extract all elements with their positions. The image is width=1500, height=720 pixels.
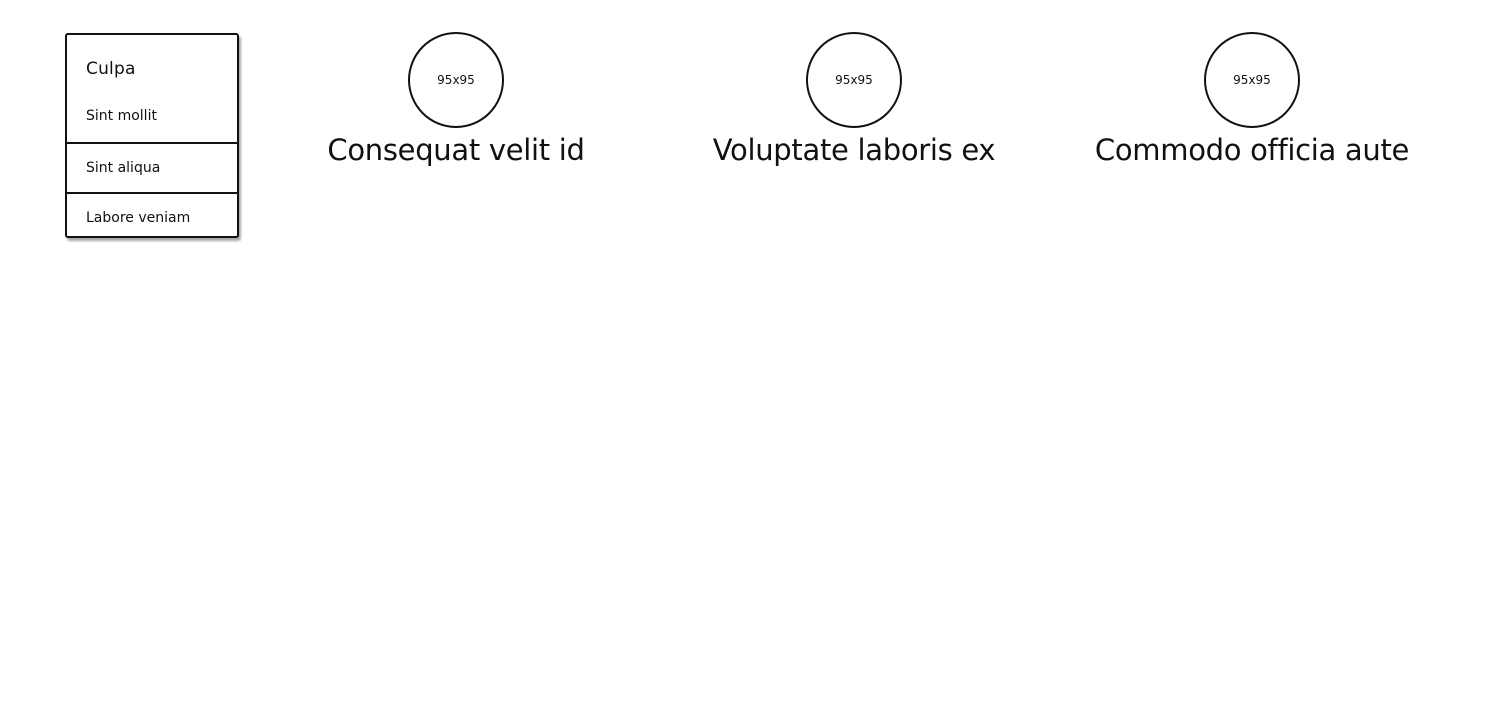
avatar-placeholder: 95x95 bbox=[408, 32, 504, 128]
side-menu-header: Culpa bbox=[67, 35, 237, 92]
menu-item-label: Sint aliqua bbox=[86, 160, 161, 176]
menu-item-label: Sint mollit bbox=[86, 108, 157, 124]
menu-item-sint-mollit[interactable]: Sint mollit bbox=[67, 92, 237, 142]
side-menu-title: Culpa bbox=[86, 59, 136, 79]
profile-card-2: 95x95 Voluptate laboris ex bbox=[654, 32, 1054, 170]
profile-card-1: 95x95 Consequat velit id bbox=[256, 32, 656, 170]
avatar-placeholder: 95x95 bbox=[806, 32, 902, 128]
menu-item-labore-veniam[interactable]: Labore veniam bbox=[67, 192, 237, 236]
avatar-size-label: 95x95 bbox=[835, 73, 873, 87]
card-title: Consequat velit id bbox=[327, 133, 585, 167]
side-menu: Culpa Sint mollit Sint aliqua Labore ven… bbox=[65, 33, 239, 238]
avatar-size-label: 95x95 bbox=[1233, 73, 1271, 87]
card-title: Commodo officia aute bbox=[1094, 133, 1410, 167]
menu-item-label: Labore veniam bbox=[86, 210, 191, 226]
menu-item-sint-aliqua[interactable]: Sint aliqua bbox=[67, 142, 237, 192]
card-title: Voluptate laboris ex bbox=[712, 133, 996, 167]
avatar-placeholder: 95x95 bbox=[1204, 32, 1300, 128]
avatar-size-label: 95x95 bbox=[437, 73, 475, 87]
profile-card-3: 95x95 Commodo officia aute bbox=[1052, 32, 1452, 170]
